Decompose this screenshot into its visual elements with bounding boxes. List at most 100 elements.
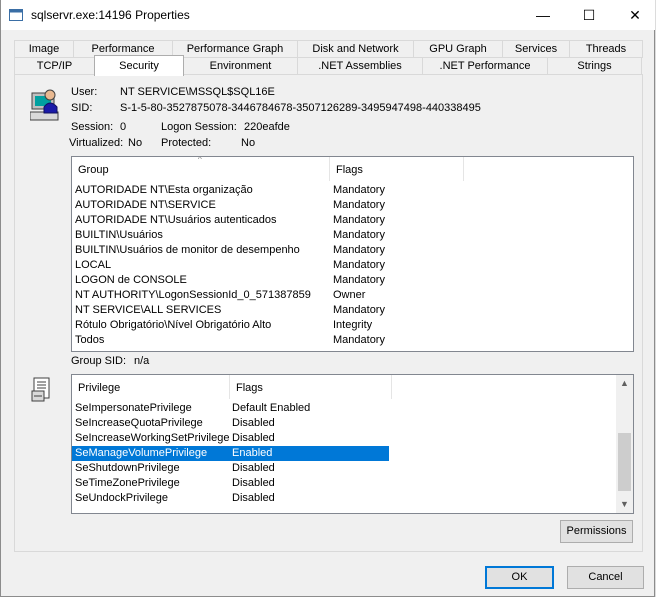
logon-session-label: Logon Session: <box>161 121 237 133</box>
close-icon: ✕ <box>629 7 641 23</box>
privileges-column-privilege[interactable]: Privilege <box>72 375 230 399</box>
maximize-button[interactable]: ☐ <box>566 0 612 30</box>
protected-value: No <box>241 137 256 149</box>
window-title: sqlservr.exe:14196 Properties <box>31 8 190 22</box>
tab-net-performance[interactable]: .NET Performance <box>422 57 548 75</box>
privilege-flags: Default Enabled <box>232 402 311 414</box>
minimize-icon: — <box>536 7 550 23</box>
tab-tcpip[interactable]: TCP/IP <box>14 57 95 75</box>
group-flags: Mandatory <box>333 304 385 316</box>
maximize-icon: ☐ <box>582 7 596 23</box>
table-row[interactable]: Rótulo Obrigatório\Nível Obrigatório Alt… <box>72 318 633 333</box>
privileges-scrollbar[interactable]: ▲ ▼ <box>616 375 633 513</box>
table-row[interactable]: SeShutdownPrivilege <box>72 461 229 476</box>
security-panel: User: NT SERVICE\MSSQL$SQL16E SID: S-1-5… <box>14 74 643 552</box>
sid-label: SID: <box>71 102 93 114</box>
tab-gpu-graph[interactable]: GPU Graph <box>413 40 503 58</box>
group-name: BUILTIN\Usuários <box>75 229 163 241</box>
table-row-flags-cell[interactable]: Disabled <box>229 476 389 491</box>
logon-session-value: 220eafde <box>244 121 290 133</box>
table-row[interactable]: SeIncreaseQuotaPrivilege <box>72 416 229 431</box>
tab-disk-and-network[interactable]: Disk and Network <box>297 40 414 58</box>
table-row[interactable]: NT AUTHORITY\LogonSessionId_0_571387859 O… <box>72 288 633 303</box>
group-name: AUTORIDADE NT\Usuários autenticados <box>75 214 277 226</box>
table-row[interactable]: AUTORIDADE NT\Usuários autenticados Manda… <box>72 213 633 228</box>
privileges-column-flags[interactable]: Flags <box>230 375 392 399</box>
privilege-flags: Disabled <box>232 417 275 429</box>
cancel-button[interactable]: Cancel <box>567 566 644 589</box>
table-row[interactable]: AUTORIDADE NT\SERVICE Mandatory <box>72 198 633 213</box>
privilege-flags: Disabled <box>232 462 275 474</box>
privilege-flags: Disabled <box>232 432 275 444</box>
tab-security[interactable]: Security <box>94 55 184 76</box>
group-name: NT SERVICE\ALL SERVICES <box>75 304 222 316</box>
table-row[interactable]: SeManageVolumePrivilege <box>72 446 229 461</box>
group-flags: Integrity <box>333 319 373 331</box>
group-sid-value: n/a <box>134 355 150 367</box>
privilege-flags: Enabled <box>232 447 273 459</box>
privilege-document-icon <box>31 377 50 402</box>
privilege-name: SeTimeZonePrivilege <box>75 477 180 489</box>
tab-row-bottom: TCP/IP Security Environment .NET Assembl… <box>14 55 642 76</box>
permissions-button[interactable]: Permissions <box>560 520 633 543</box>
virtualized-label: Virtualized: <box>69 137 124 149</box>
user-computer-icon <box>30 89 59 121</box>
table-row[interactable]: SeTimeZonePrivilege <box>72 476 229 491</box>
tab-environment[interactable]: Environment <box>183 57 298 75</box>
properties-window: sqlservr.exe:14196 Properties — ☐ ✕ Imag… <box>0 0 656 597</box>
group-flags: Mandatory <box>333 229 385 241</box>
ok-button[interactable]: OK <box>485 566 554 589</box>
group-name: AUTORIDADE NT\SERVICE <box>75 199 216 211</box>
privilege-name: SeManageVolumePrivilege <box>75 447 208 459</box>
tab-strings[interactable]: Strings <box>547 57 642 75</box>
groups-header: Group ^ Flags <box>72 157 633 181</box>
table-row[interactable]: LOCAL Mandatory <box>72 258 633 273</box>
group-name: AUTORIDADE NT\Esta organização <box>75 184 253 196</box>
group-flags: Mandatory <box>333 199 385 211</box>
table-row[interactable]: NT SERVICE\ALL SERVICES Mandatory <box>72 303 633 318</box>
group-name: BUILTIN\Usuários de monitor de desempenh… <box>75 244 300 256</box>
privilege-name: SeImpersonatePrivilege <box>75 402 192 414</box>
group-flags: Mandatory <box>333 214 385 226</box>
close-button[interactable]: ✕ <box>612 0 658 30</box>
sid-value: S-1-5-80-3527875078-3446784678-350712628… <box>120 102 481 114</box>
table-row[interactable]: SeIncreaseWorkingSetPrivilege <box>72 431 229 446</box>
table-row-flags-cell[interactable]: Disabled <box>229 431 389 446</box>
table-row-flags-cell[interactable]: Default Enabled <box>229 401 389 416</box>
window-app-icon <box>9 9 23 21</box>
tab-threads[interactable]: Threads <box>569 40 643 58</box>
group-flags: Mandatory <box>333 184 385 196</box>
table-row[interactable]: BUILTIN\Usuários Mandatory <box>72 228 633 243</box>
scrollbar-thumb[interactable] <box>618 433 631 492</box>
privileges-list[interactable]: Privilege Flags SeImpersonatePrivilege De… <box>71 374 634 514</box>
title-bar[interactable]: sqlservr.exe:14196 Properties — ☐ ✕ <box>1 0 656 30</box>
table-row[interactable]: Todos Mandatory <box>72 333 633 348</box>
group-sid-label: Group SID: <box>71 355 127 367</box>
table-row[interactable]: LOGON de CONSOLE Mandatory <box>72 273 633 288</box>
privileges-header: Privilege Flags <box>72 375 633 399</box>
group-name: Todos <box>75 334 105 346</box>
privilege-name: SeIncreaseWorkingSetPrivilege <box>75 432 230 444</box>
tab-image[interactable]: Image <box>14 40 74 58</box>
tab-services[interactable]: Services <box>502 40 570 58</box>
group-name: LOGON de CONSOLE <box>75 274 187 286</box>
minimize-button[interactable]: — <box>520 0 566 30</box>
tab-performance-graph[interactable]: Performance Graph <box>172 40 298 58</box>
table-row-flags-cell[interactable]: Enabled <box>229 446 389 461</box>
group-name: LOCAL <box>75 259 112 271</box>
scroll-down-arrow-icon[interactable]: ▼ <box>616 496 633 513</box>
tab-net-assemblies[interactable]: .NET Assemblies <box>297 57 423 75</box>
session-label: Session: <box>71 121 114 133</box>
privilege-name: SeUndockPrivilege <box>75 492 168 504</box>
table-row[interactable]: BUILTIN\Usuários de monitor de desempenh… <box>72 243 633 258</box>
table-row[interactable]: SeUndockPrivilege <box>72 491 229 506</box>
groups-column-flags[interactable]: Flags <box>330 157 464 181</box>
table-row-flags-cell[interactable]: Disabled <box>229 461 389 476</box>
scroll-up-arrow-icon[interactable]: ▲ <box>616 375 633 392</box>
table-row[interactable]: AUTORIDADE NT\Esta organização Mandatory <box>72 183 633 198</box>
privilege-flags: Disabled <box>232 492 275 504</box>
table-row[interactable]: SeImpersonatePrivilege <box>72 401 229 416</box>
table-row-flags-cell[interactable]: Disabled <box>229 491 389 506</box>
groups-list[interactable]: Group ^ Flags AUTORIDADE NT\Esta organiz… <box>71 156 634 352</box>
table-row-flags-cell[interactable]: Disabled <box>229 416 389 431</box>
